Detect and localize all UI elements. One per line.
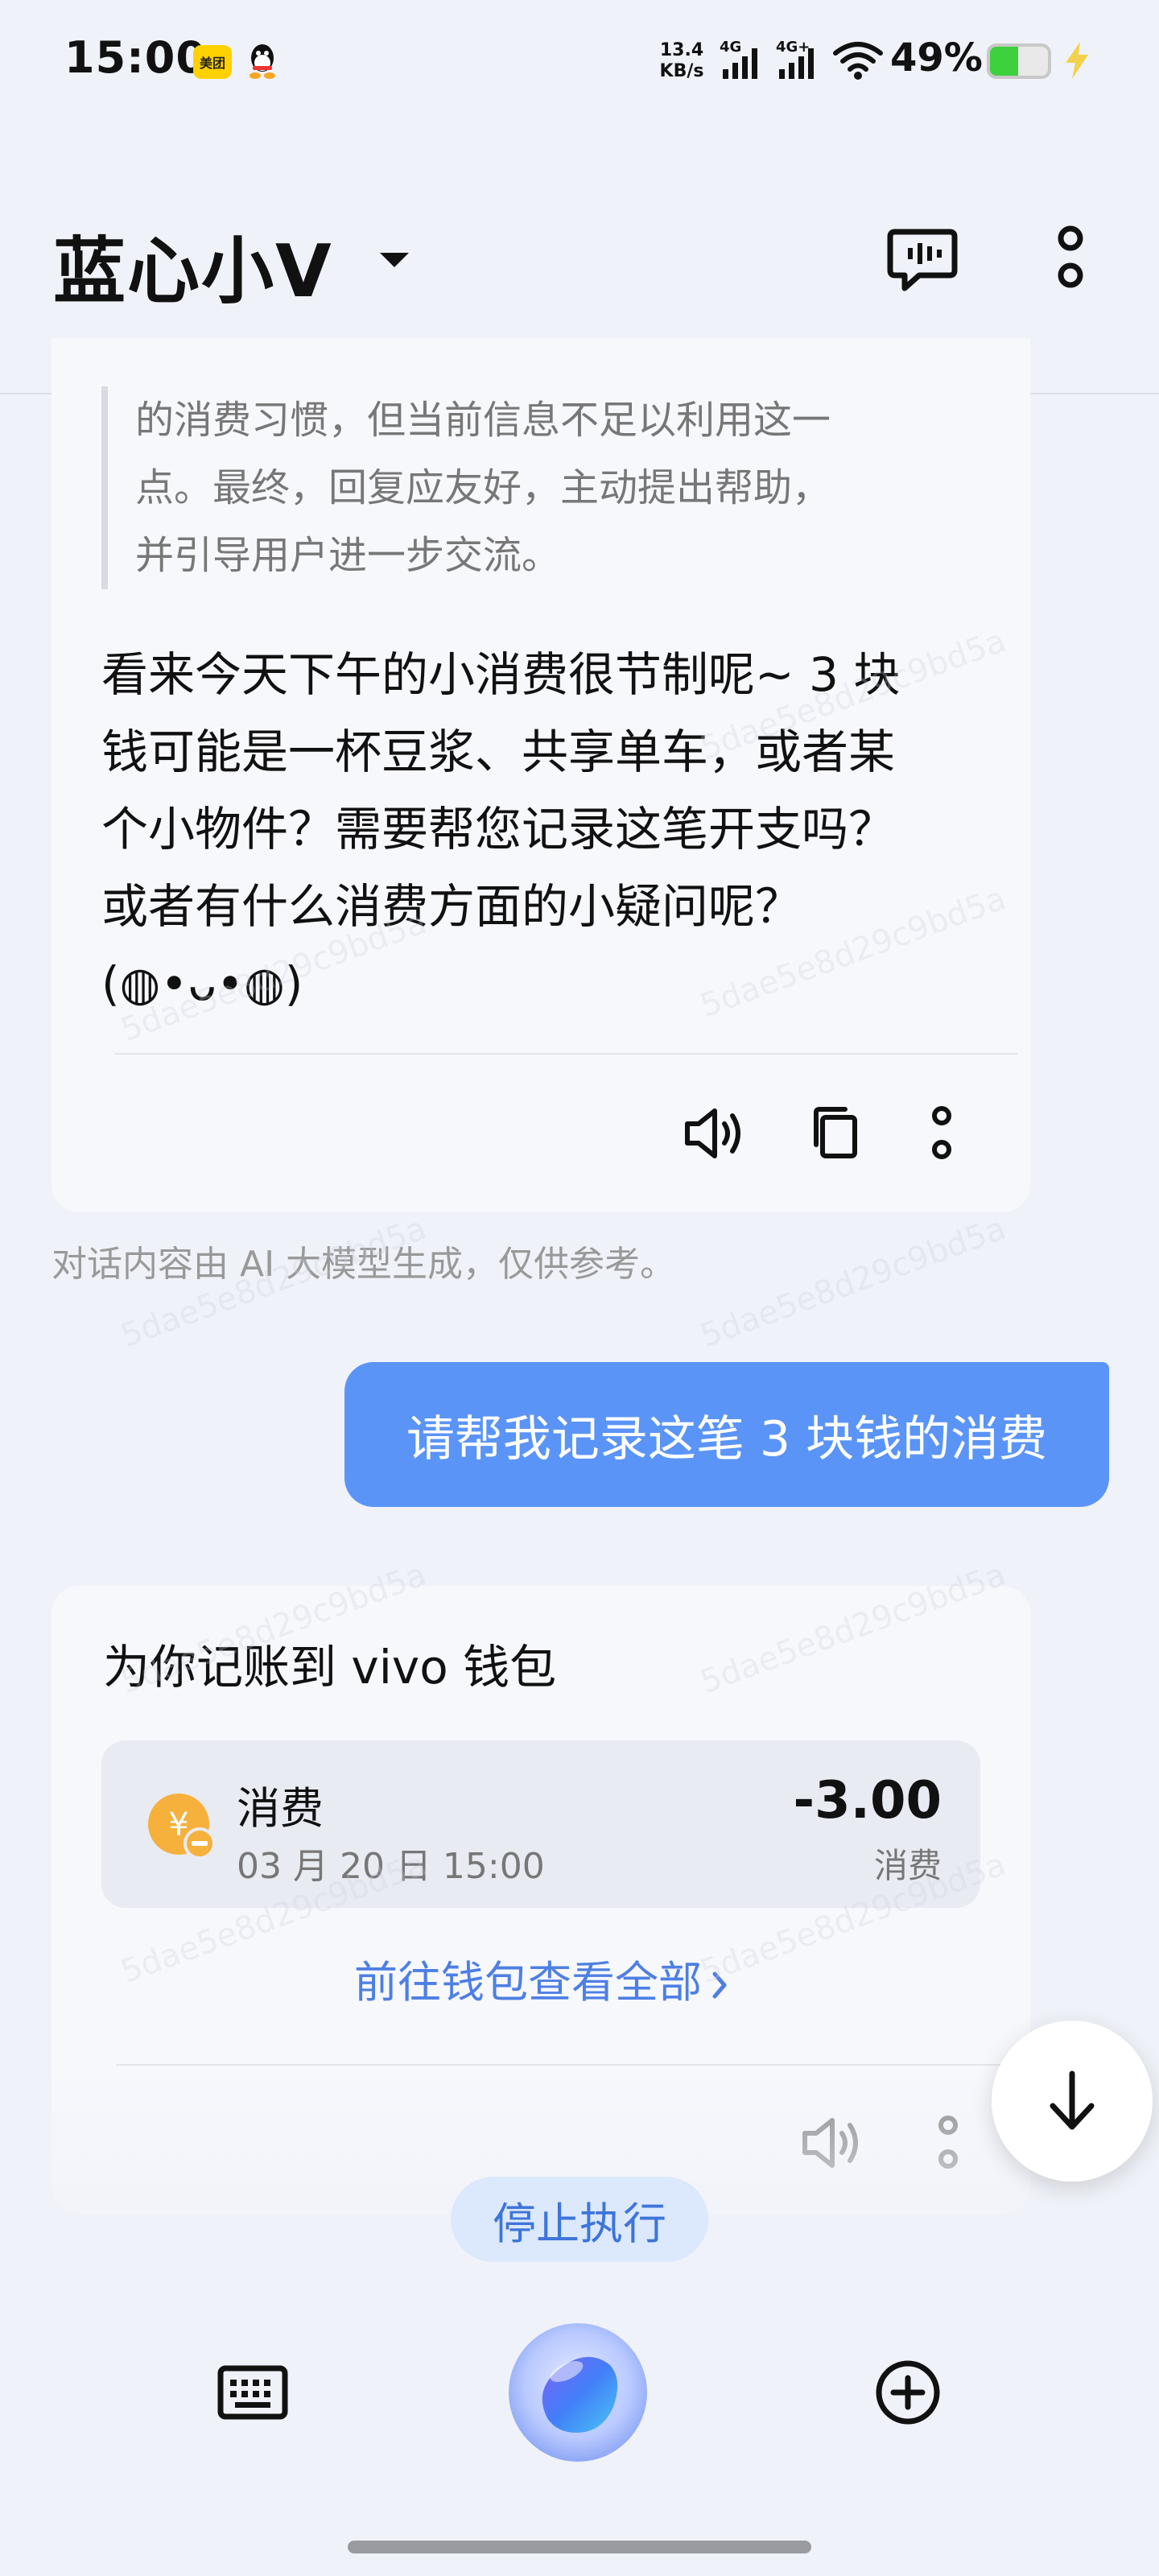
thinking-line: 点。最终，回复应友好，主动提出帮助， [135,465,831,510]
signal-icon-2: 4G+ [776,39,821,80]
reply-line: 钱可能是一杯豆浆、共享单车，或者某 [101,724,896,779]
ai-message-card: 的消费习惯，但当前信息不足以利用这一 点。最终，回复应友好，主动提出帮助， 并引… [52,338,1030,1212]
battery-fill [990,47,1019,76]
transaction-amount: -3.00 [793,1771,942,1831]
more-vertical-icon[interactable] [926,1104,958,1162]
net-speed-value: 13.4 [659,40,704,60]
thinking-line: 并引导用户进一步交流。 [135,533,561,578]
signal-1-label: 4G [720,39,742,56]
transaction-date: 03 月 20 日 15:00 [237,1846,545,1887]
chat-voice-icon[interactable] [884,221,961,298]
meituan-app-icon: 美团 [193,45,232,79]
more-vertical-icon[interactable] [1045,221,1096,298]
wallet-card-heading: 为你记账到 vivo 钱包 [103,1640,557,1695]
app-screen: 15:00 美团 13.4 KB/s 4G 4G+ 49% 蓝心小V 的消费习惯… [0,0,1159,2576]
chevron-right-icon [712,1971,727,1999]
view-all-wallet-link[interactable]: 前往钱包查看全部 [52,1946,1030,2010]
reply-line: 看来今天下午的小消费很节制呢~ 3 块 [101,647,901,702]
thinking-quote: 的消费习惯，但当前信息不足以利用这一 点。最终，回复应友好，主动提出帮助， 并引… [101,386,1011,589]
transaction-item[interactable]: ¥ 消费 03 月 20 日 15:00 -3.00 消费 [101,1740,980,1908]
reply-line: 个小物件？需要帮您记录这笔开支吗？ [101,802,896,857]
reply-emoticon: (◍•ᴗ•◍) [101,956,303,1011]
battery-icon [987,43,1051,79]
network-speed: 13.4 KB/s [654,40,710,82]
status-bar: 15:00 美团 13.4 KB/s 4G 4G+ 49% [0,0,1159,121]
reply-line: 或者有什么消费方面的小疑问呢？ [101,879,802,934]
scroll-to-bottom-button[interactable] [992,2021,1153,2182]
charging-icon [1066,42,1088,79]
stop-execution-button[interactable]: 停止执行 [451,2177,708,2262]
copy-icon[interactable] [805,1104,863,1162]
keyboard-icon[interactable] [214,2354,291,2431]
arrow-down-icon [1050,2070,1095,2130]
transaction-name: 消费 [237,1783,324,1834]
divider [114,1053,1017,1055]
chevron-down-icon[interactable] [377,250,412,272]
watermark: 5dae5e8d29c9bd5a [695,1209,1011,1356]
view-all-wallet-label: 前往钱包查看全部 [354,1957,702,2008]
home-indicator[interactable] [348,2541,811,2553]
yuan-minus-icon: ¥ [148,1794,216,1860]
ai-reply-text: 看来今天下午的小消费很节制呢~ 3 块 钱可能是一杯豆浆、共享单车，或者某 个小… [101,636,1035,1022]
ai-disclaimer: 对话内容由 AI 大模型生成，仅供参考。 [52,1244,676,1285]
signal-icon-1: 4G [720,39,765,80]
status-time: 15:00 [64,32,207,83]
app-title[interactable]: 蓝心小V [53,213,333,317]
thinking-line: 的消费习惯，但当前信息不足以利用这一 [135,398,831,443]
plus-circle-icon[interactable] [869,2354,947,2431]
transaction-type: 消费 [873,1846,942,1885]
net-speed-unit: KB/s [659,61,704,81]
user-message-bubble: 请帮我记录这笔 3 块钱的消费 [344,1362,1109,1507]
qq-app-icon [250,44,275,79]
voice-orb-icon[interactable] [497,2312,658,2473]
battery-percent: 49% [890,35,983,80]
signal-2-label: 4G+ [776,39,810,56]
speaker-icon[interactable] [683,1104,747,1162]
wifi-icon [833,42,883,80]
